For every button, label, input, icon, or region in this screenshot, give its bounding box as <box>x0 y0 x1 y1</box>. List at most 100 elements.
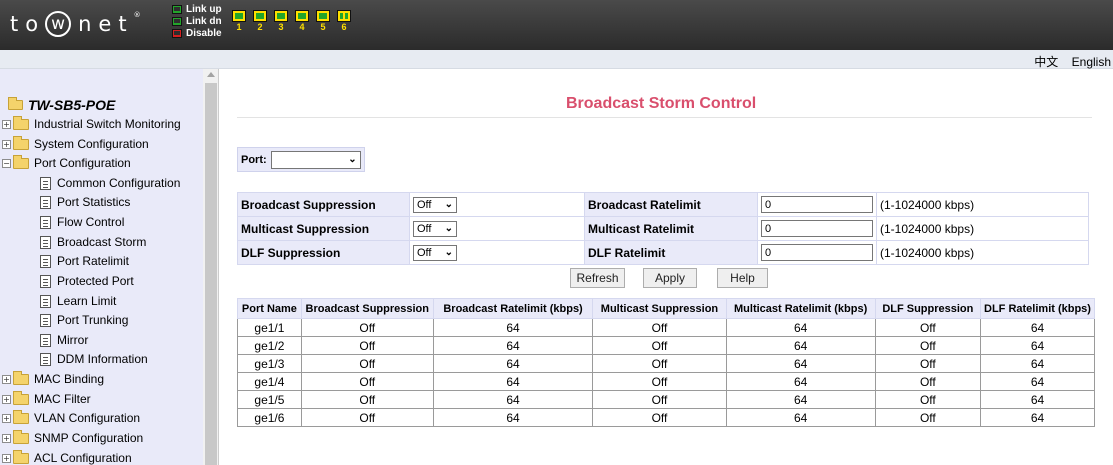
expand-icon[interactable]: + <box>2 453 11 463</box>
sidebar-item-mac-binding[interactable]: + MAC Binding <box>2 370 104 387</box>
sidebar-item-label: Flow Control <box>57 215 125 229</box>
sidebar-item-label: Common Configuration <box>57 176 181 190</box>
table-cell: 64 <box>432 354 594 373</box>
table-cell: 64 <box>725 408 876 427</box>
port-sfp-icon <box>337 10 351 22</box>
multicast-suppression-label: Multicast Suppression <box>237 216 410 241</box>
port-status-legend: Link up Link dn Disable <box>172 3 222 39</box>
table-cell: Off <box>300 390 434 409</box>
table-row: ge1/3 Off 64 Off 64 Off 64 <box>237 354 1095 373</box>
tree-root[interactable]: TW-SB5-POE <box>8 97 115 113</box>
table-cell: 64 <box>432 336 594 355</box>
port-6[interactable]: 6 <box>335 10 353 32</box>
dlf-suppression-select[interactable]: Off ⌄ <box>413 244 457 261</box>
page-icon <box>40 176 51 190</box>
page-icon <box>40 254 51 268</box>
port-number: 3 <box>278 22 284 32</box>
lang-english-link[interactable]: English <box>1072 55 1111 69</box>
refresh-button[interactable]: Refresh <box>570 268 625 288</box>
broadcast-suppression-label: Broadcast Suppression <box>237 192 410 217</box>
table-cell: Off <box>874 318 982 337</box>
table-cell: ge1/4 <box>237 372 302 391</box>
sidebar-item-mac-filter[interactable]: + MAC Filter <box>2 390 91 407</box>
legend-link-dn-label: Link dn <box>186 15 222 27</box>
sidebar-item-ddm-information[interactable]: DDM Information <box>40 351 148 367</box>
port-4[interactable]: 4 <box>293 10 311 32</box>
table-cell: 64 <box>980 336 1095 355</box>
port-3[interactable]: 3 <box>272 10 290 32</box>
multicast-ratelimit-input[interactable]: 0 <box>761 220 873 237</box>
apply-button[interactable]: Apply <box>643 268 697 288</box>
sidebar-item-label: Port Statistics <box>57 195 131 209</box>
multicast-suppression-select[interactable]: Off ⌄ <box>413 220 457 237</box>
table-cell: Off <box>300 372 434 391</box>
sidebar-item-port-ratelimit[interactable]: Port Ratelimit <box>40 253 129 269</box>
port-2[interactable]: 2 <box>251 10 269 32</box>
lang-chinese-link[interactable]: 中文 <box>1034 55 1058 69</box>
sidebar-item-port-statistics[interactable]: Port Statistics <box>40 194 130 210</box>
chevron-down-icon: ⌄ <box>348 154 357 165</box>
expand-icon[interactable]: + <box>2 119 11 129</box>
table-cell: 64 <box>980 354 1095 373</box>
table-cell: 64 <box>725 336 876 355</box>
scroll-up-arrow-icon[interactable] <box>207 72 215 77</box>
sidebar-item-port-configuration[interactable]: − Port Configuration <box>2 154 131 171</box>
expand-icon[interactable]: + <box>2 394 11 404</box>
collapse-icon[interactable]: − <box>2 158 11 168</box>
nav-sidebar: TW-SB5-POE + Industrial Switch Monitorin… <box>0 69 219 465</box>
sidebar-item-flow-control[interactable]: Flow Control <box>40 214 124 230</box>
sidebar-item-vlan-configuration[interactable]: + VLAN Configuration <box>2 409 140 426</box>
broadcast-ratelimit-cell: 0 <box>757 192 877 217</box>
sidebar-item-learn-limit[interactable]: Learn Limit <box>40 293 116 309</box>
sidebar-item-port-trunking[interactable]: Port Trunking <box>40 312 128 328</box>
dlf-suppression-cell: Off ⌄ <box>409 240 585 265</box>
port-selector-panel: Port: ⌄ <box>237 147 365 172</box>
sidebar-item-common-configuration[interactable]: Common Configuration <box>40 175 180 191</box>
multicast-range-hint: (1-1024000 kbps) <box>876 216 1089 241</box>
port-1[interactable]: 1 <box>230 10 248 32</box>
column-header: Port Name <box>237 298 302 319</box>
expand-icon[interactable]: + <box>2 433 11 443</box>
table-cell: Off <box>592 354 727 373</box>
broadcast-ratelimit-input[interactable]: 0 <box>761 196 873 213</box>
dlf-ratelimit-cell: 0 <box>757 240 877 265</box>
link-down-icon <box>172 16 182 26</box>
folder-icon <box>13 390 29 405</box>
sidebar-item-snmp-configuration[interactable]: + SNMP Configuration <box>2 429 143 446</box>
sidebar-item-label: Learn Limit <box>57 294 117 308</box>
expand-icon[interactable]: + <box>2 139 11 149</box>
port-5[interactable]: 5 <box>314 10 332 32</box>
page-icon <box>40 333 51 347</box>
page-icon <box>40 195 51 209</box>
table-cell: Off <box>592 372 727 391</box>
sidebar-item-acl-configuration[interactable]: + ACL Configuration <box>2 449 132 465</box>
sidebar-scrollbar[interactable] <box>203 69 218 465</box>
open-folder-icon <box>13 154 29 169</box>
expand-icon[interactable]: + <box>2 413 11 423</box>
port-number: 2 <box>257 22 263 32</box>
port-link-up-icon <box>253 10 267 22</box>
page-icon <box>40 215 51 229</box>
broadcast-suppression-select[interactable]: Off ⌄ <box>413 196 457 213</box>
sidebar-item-label: Broadcast Storm <box>57 235 147 249</box>
port-storm-table: Port Name Broadcast Suppression Broadcast … <box>237 298 1095 427</box>
sidebar-item-system-configuration[interactable]: + System Configuration <box>2 135 149 152</box>
table-row: ge1/4 Off 64 Off 64 Off 64 <box>237 372 1095 391</box>
dlf-ratelimit-input[interactable]: 0 <box>761 244 873 261</box>
table-body: ge1/1 Off 64 Off 64 Off 64 ge1/2 Off 64 Off 64 Off 64… <box>237 318 1095 427</box>
sidebar-item-broadcast-storm[interactable]: Broadcast Storm <box>40 234 146 250</box>
port-link-up-icon <box>232 10 246 22</box>
page-title: Broadcast Storm Control <box>566 95 757 112</box>
sidebar-item-mirror[interactable]: Mirror <box>40 332 88 348</box>
help-button[interactable]: Help <box>717 268 768 288</box>
port-number: 4 <box>299 22 305 32</box>
table-cell: 64 <box>432 390 594 409</box>
port-select[interactable]: ⌄ <box>270 150 361 169</box>
legend-link-up: Link up <box>172 3 222 15</box>
language-bar: 中文 English <box>0 50 1113 69</box>
expand-icon[interactable]: + <box>2 374 11 384</box>
chevron-down-icon: ⌄ <box>444 223 453 234</box>
logo-text-prefix: to <box>10 12 46 36</box>
sidebar-item-industrial-switch-monitoring[interactable]: + Industrial Switch Monitoring <box>2 115 181 132</box>
folder-icon <box>13 449 29 464</box>
